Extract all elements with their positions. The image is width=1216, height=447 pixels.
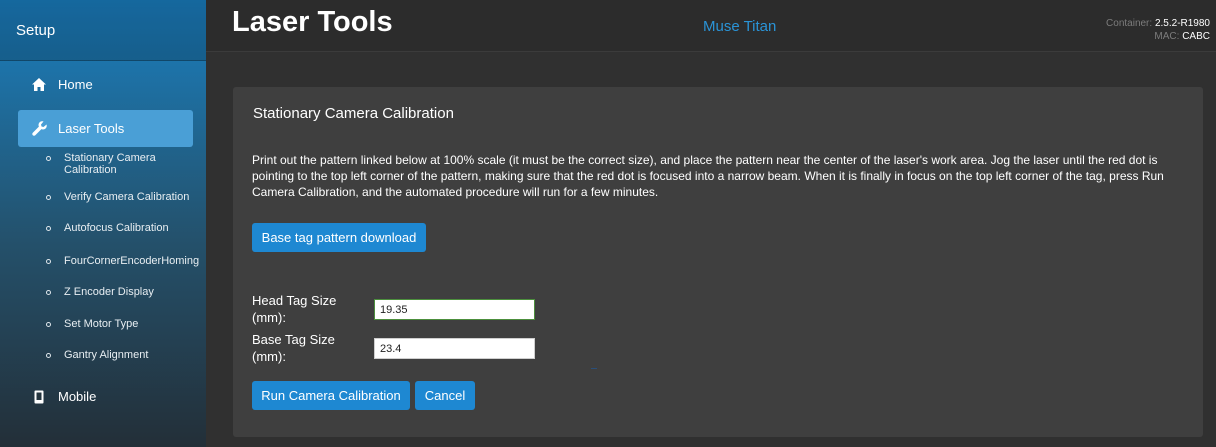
sidebar-subitem-four-corner-encoder-homing[interactable]: FourCornerEncoderHoming [46, 255, 199, 267]
bullet-icon [46, 259, 51, 264]
sidebar-subitem-gantry-alignment[interactable]: Gantry Alignment [46, 349, 148, 361]
version-info: Container: 2.5.2-R1980 MAC: CABC [1106, 17, 1210, 43]
sidebar-subitem-label: Set Motor Type [64, 318, 139, 330]
sidebar-item-laser-tools[interactable]: Laser Tools [18, 110, 193, 147]
cancel-button[interactable]: Cancel [415, 381, 475, 410]
sidebar-item-label: Mobile [58, 389, 97, 404]
sidebar-subitem-set-motor-type[interactable]: Set Motor Type [46, 318, 138, 330]
bullet-icon [46, 195, 51, 200]
home-icon [30, 78, 48, 91]
sidebar-subitem-autofocus-calibration[interactable]: Autofocus Calibration [46, 222, 169, 234]
sidebar-item-label: Home [58, 77, 93, 92]
sidebar: Setup Home Laser Tools Stationary Camera… [0, 0, 206, 447]
calibration-card: Stationary Camera Calibration Print out … [233, 87, 1203, 437]
head-tag-size-label: Head Tag Size (mm): [252, 293, 337, 325]
device-name: Muse Titan [703, 18, 777, 35]
mobile-icon [30, 390, 48, 404]
sidebar-subitem-z-encoder-display[interactable]: Z Encoder Display [46, 286, 154, 298]
container-label: Container: [1106, 18, 1153, 29]
sidebar-subitem-label: Gantry Alignment [64, 349, 149, 361]
container-value: 2.5.2-R1980 [1154, 18, 1210, 29]
bullet-icon [46, 290, 51, 295]
bullet-icon [46, 353, 51, 358]
sidebar-subitem-label: Z Encoder Display [64, 286, 154, 298]
sidebar-subitem-verify-camera-calibration[interactable]: Verify Camera Calibration [46, 191, 189, 203]
run-camera-calibration-button[interactable]: Run Camera Calibration [252, 381, 410, 410]
page-title: Laser Tools [232, 6, 393, 38]
top-header: Laser Tools Muse Titan Container: 2.5.2-… [206, 0, 1216, 52]
bullet-icon [46, 322, 51, 327]
base-tag-size-label: Base Tag Size (mm): [252, 332, 335, 364]
instructions-text: Print out the pattern linked below at 10… [252, 153, 1164, 199]
download-pattern-button[interactable]: Base tag pattern download [252, 223, 426, 252]
card-title: Stationary Camera Calibration [253, 105, 454, 122]
wrench-icon [30, 121, 48, 136]
base-tag-size-input[interactable] [374, 338, 535, 359]
mac-label: MAC: [1154, 31, 1180, 42]
mac-value: CABC [1182, 31, 1210, 42]
sidebar-subitem-stationary-camera-calibration[interactable]: Stationary Camera Calibration [46, 152, 196, 176]
head-tag-size-input[interactable] [374, 299, 535, 320]
sidebar-subitem-label: Verify Camera Calibration [64, 191, 190, 203]
sidebar-subitem-label: FourCornerEncoderHoming [64, 255, 200, 267]
sidebar-header: Setup [0, 0, 206, 61]
sidebar-item-home[interactable]: Home [18, 66, 193, 103]
sidebar-item-mobile[interactable]: Mobile [18, 378, 193, 415]
sidebar-subitem-label: Autofocus Calibration [64, 222, 169, 234]
bullet-icon [46, 156, 51, 161]
divider [591, 368, 597, 369]
sidebar-subitem-label: Stationary Camera Calibration [64, 152, 156, 176]
sidebar-item-label: Laser Tools [58, 121, 125, 136]
bullet-icon [46, 226, 51, 231]
